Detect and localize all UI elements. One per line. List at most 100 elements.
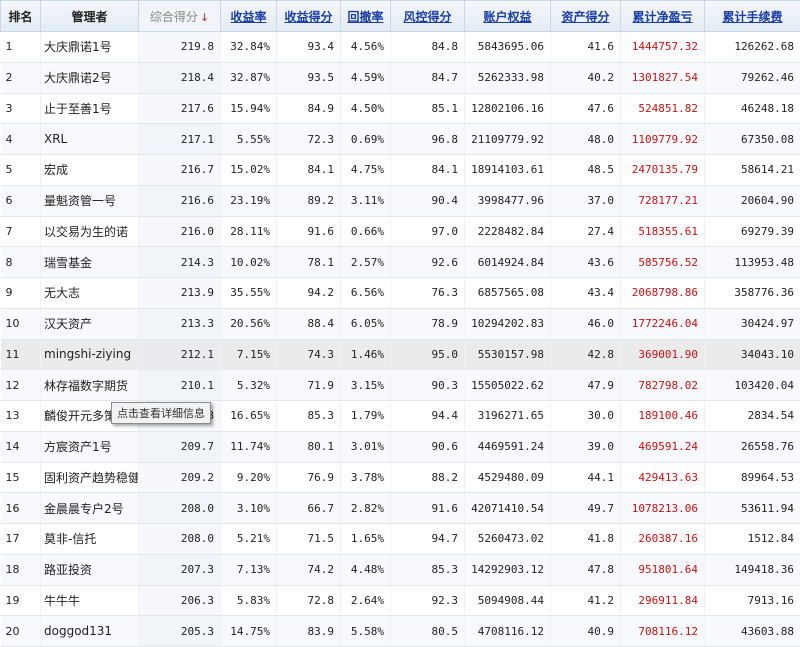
table-body: 1大庆鼎诺1号219.832.84%93.44.56%84.85843695.0…: [1, 32, 800, 647]
table-row[interactable]: 9无大志213.935.55%94.26.56%76.36857565.0843…: [1, 278, 800, 309]
cell-asset-score: 41.6: [551, 32, 621, 63]
cell-asset-score: 47.9: [551, 370, 621, 401]
cell-rank: 9: [1, 278, 41, 309]
cell-asset-score: 39.0: [551, 431, 621, 462]
cell-rank: 6: [1, 185, 41, 216]
cell-equity: 6857565.08: [465, 278, 551, 309]
table-row[interactable]: 11mingshi-ziying212.17.15%74.31.46%95.05…: [1, 339, 800, 370]
cell-return-rate: 23.19%: [221, 185, 277, 216]
cell-drawdown: 1.46%: [341, 339, 391, 370]
cell-return-rate: 5.55%: [221, 124, 277, 155]
cell-manager-name[interactable]: 林存福数字期货: [41, 370, 139, 401]
cell-risk-score: 85.3: [391, 554, 465, 585]
cell-risk-score: 94.7: [391, 524, 465, 555]
table-row[interactable]: 3止于至善1号217.615.94%84.94.50%85.112802106.…: [1, 93, 800, 124]
cell-manager-name[interactable]: 固利资产趋势稳健: [41, 462, 139, 493]
cell-asset-score: 43.4: [551, 278, 621, 309]
col-header-cum-pnl[interactable]: 累计净盈亏: [621, 1, 705, 32]
cell-cum-fee: 113953.48: [705, 247, 800, 278]
cell-return-score: 71.9: [277, 370, 341, 401]
cell-cum-pnl: 951801.64: [621, 554, 705, 585]
cell-manager-name[interactable]: 量魁资管一号: [41, 185, 139, 216]
table-row[interactable]: 8瑞雪基金214.310.02%78.12.57%92.66014924.844…: [1, 247, 800, 278]
cell-manager-name[interactable]: 莫非-信托: [41, 524, 139, 555]
table-row[interactable]: 6量魁资管一号216.623.19%89.23.11%90.43998477.9…: [1, 185, 800, 216]
cell-manager-name[interactable]: 以交易为生的诺: [41, 216, 139, 247]
table-row[interactable]: 2大庆鼎诺2号218.432.87%93.54.59%84.75262333.9…: [1, 62, 800, 93]
cell-risk-score: 84.1: [391, 155, 465, 186]
cell-asset-score: 43.6: [551, 247, 621, 278]
cell-drawdown: 3.15%: [341, 370, 391, 401]
cell-manager-name[interactable]: 瑞雪基金: [41, 247, 139, 278]
cell-return-rate: 32.87%: [221, 62, 277, 93]
cell-cum-fee: 53611.94: [705, 493, 800, 524]
cell-return-rate: 32.84%: [221, 32, 277, 63]
table-row[interactable]: 15固利资产趋势稳健209.29.20%76.93.78%88.24529480…: [1, 462, 800, 493]
col-header-total-score-label: 综合得分: [150, 10, 198, 24]
cell-drawdown: 4.75%: [341, 155, 391, 186]
cell-asset-score: 42.8: [551, 339, 621, 370]
cell-total-score: 210.1: [139, 370, 221, 401]
table-row[interactable]: 10汉天资产213.320.56%88.46.05%78.910294202.8…: [1, 308, 800, 339]
cell-cum-pnl: 728177.21: [621, 185, 705, 216]
col-header-drawdown[interactable]: 回撤率: [341, 1, 391, 32]
col-header-cum-fee[interactable]: 累计手续费: [705, 1, 800, 32]
table-row[interactable]: 17莫非-信托208.05.21%71.51.65%94.75260473.02…: [1, 524, 800, 555]
cell-cum-pnl: 782798.02: [621, 370, 705, 401]
cell-manager-name[interactable]: 止于至善1号: [41, 93, 139, 124]
cell-manager-name[interactable]: XRL: [41, 124, 139, 155]
cell-manager-name[interactable]: 方宸资产1号: [41, 431, 139, 462]
cell-manager-name[interactable]: 路亚投资: [41, 554, 139, 585]
cell-return-score: 84.1: [277, 155, 341, 186]
cell-cum-fee: 30424.97: [705, 308, 800, 339]
cell-return-rate: 7.13%: [221, 554, 277, 585]
cell-asset-score: 40.2: [551, 62, 621, 93]
cell-rank: 11: [1, 339, 41, 370]
table-row[interactable]: 14方宸资产1号209.711.74%80.13.01%90.64469591.…: [1, 431, 800, 462]
cell-return-score: 84.9: [277, 93, 341, 124]
cell-asset-score: 27.4: [551, 216, 621, 247]
cell-rank: 13: [1, 401, 41, 432]
table-row[interactable]: 1大庆鼎诺1号219.832.84%93.44.56%84.85843695.0…: [1, 32, 800, 63]
cell-rank: 12: [1, 370, 41, 401]
cell-drawdown: 2.64%: [341, 585, 391, 616]
cell-asset-score: 40.9: [551, 616, 621, 647]
cell-drawdown: 3.01%: [341, 431, 391, 462]
cell-drawdown: 0.66%: [341, 216, 391, 247]
cell-drawdown: 0.69%: [341, 124, 391, 155]
cell-manager-name[interactable]: 牛牛牛: [41, 585, 139, 616]
cell-risk-score: 80.5: [391, 616, 465, 647]
cell-total-score: 217.6: [139, 93, 221, 124]
cell-manager-name[interactable]: 汉天资产: [41, 308, 139, 339]
col-header-return-score[interactable]: 收益得分: [277, 1, 341, 32]
col-header-equity[interactable]: 账户权益: [465, 1, 551, 32]
table-row[interactable]: 4XRL217.15.55%72.30.69%96.821109779.9248…: [1, 124, 800, 155]
cell-return-score: 83.9: [277, 616, 341, 647]
table-row[interactable]: 18路亚投资207.37.13%74.24.48%85.314292903.12…: [1, 554, 800, 585]
cell-return-rate: 9.20%: [221, 462, 277, 493]
cell-manager-name[interactable]: doggod131: [41, 616, 139, 647]
table-row[interactable]: 20doggod131205.314.75%83.95.58%80.547081…: [1, 616, 800, 647]
table-row[interactable]: 16金晨晨专户2号208.03.10%66.72.82%91.642071410…: [1, 493, 800, 524]
cell-manager-name[interactable]: 大庆鼎诺2号: [41, 62, 139, 93]
col-header-return-rate[interactable]: 收益率: [221, 1, 277, 32]
cell-manager-name[interactable]: 金晨晨专户2号: [41, 493, 139, 524]
col-header-total-score[interactable]: 综合得分↓: [139, 1, 221, 32]
cell-manager-name[interactable]: 大庆鼎诺1号: [41, 32, 139, 63]
col-header-asset-score[interactable]: 资产得分: [551, 1, 621, 32]
cell-manager-name[interactable]: 宏成: [41, 155, 139, 186]
cell-manager-name[interactable]: mingshi-ziying: [41, 339, 139, 370]
cell-cum-pnl: 469591.24: [621, 431, 705, 462]
cell-cum-pnl: 1772246.04: [621, 308, 705, 339]
cell-equity: 21109779.92: [465, 124, 551, 155]
col-header-risk-score[interactable]: 风控得分: [391, 1, 465, 32]
cell-manager-name[interactable]: 无大志: [41, 278, 139, 309]
table-row[interactable]: 12林存福数字期货210.15.32%71.93.15%90.315505022…: [1, 370, 800, 401]
cell-drawdown: 4.56%: [341, 32, 391, 63]
cell-return-score: 71.5: [277, 524, 341, 555]
table-row[interactable]: 7以交易为生的诺216.028.11%91.60.66%97.02228482.…: [1, 216, 800, 247]
cell-return-score: 80.1: [277, 431, 341, 462]
cell-return-rate: 35.55%: [221, 278, 277, 309]
table-row[interactable]: 5宏成216.715.02%84.14.75%84.118914103.6148…: [1, 155, 800, 186]
table-row[interactable]: 19牛牛牛206.35.83%72.82.64%92.35094908.4441…: [1, 585, 800, 616]
